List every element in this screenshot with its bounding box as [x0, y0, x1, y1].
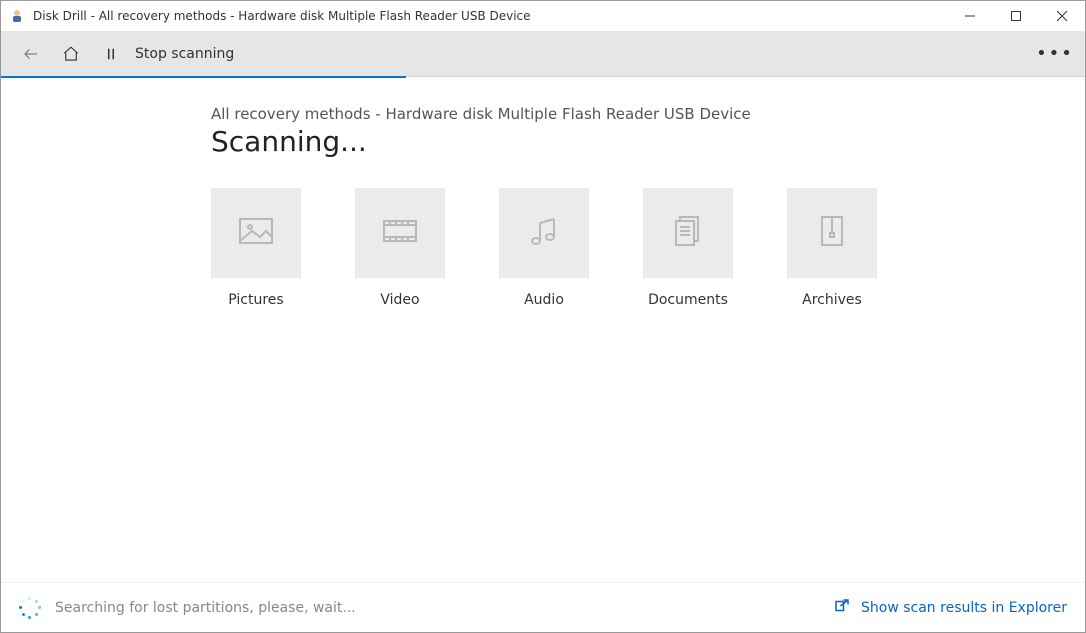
pause-button[interactable]: [91, 34, 131, 74]
loading-spinner-icon: [19, 597, 41, 619]
open-external-icon: [833, 597, 851, 619]
scan-subtitle: All recovery methods - Hardware disk Mul…: [211, 105, 1085, 123]
window-close-button[interactable]: [1039, 1, 1085, 31]
pictures-icon: [236, 211, 276, 255]
more-options-button[interactable]: •••: [1035, 34, 1075, 74]
scan-title: Scanning...: [211, 125, 1085, 158]
app-icon: [9, 8, 25, 24]
category-label: Archives: [802, 292, 862, 308]
scan-progress-bar: [1, 76, 406, 78]
category-archives[interactable]: Archives: [787, 188, 877, 308]
home-button[interactable]: [51, 34, 91, 74]
toolbar: Stop scanning •••: [1, 31, 1085, 77]
category-label: Audio: [524, 292, 564, 308]
status-message: Searching for lost partitions, please, w…: [55, 600, 833, 616]
status-bar: Searching for lost partitions, please, w…: [1, 582, 1085, 632]
show-in-explorer-label: Show scan results in Explorer: [861, 600, 1067, 616]
window-titlebar: Disk Drill - All recovery methods - Hard…: [1, 1, 1085, 31]
category-label: Documents: [648, 292, 728, 308]
audio-icon: [524, 211, 564, 255]
back-button[interactable]: [11, 34, 51, 74]
category-documents[interactable]: Documents: [643, 188, 733, 308]
category-audio[interactable]: Audio: [499, 188, 589, 308]
window-maximize-button[interactable]: [993, 1, 1039, 31]
main-content: All recovery methods - Hardware disk Mul…: [1, 77, 1085, 582]
documents-icon: [668, 211, 708, 255]
window-title: Disk Drill - All recovery methods - Hard…: [33, 9, 947, 23]
category-pictures[interactable]: Pictures: [211, 188, 301, 308]
category-video[interactable]: Video: [355, 188, 445, 308]
stop-scanning-label[interactable]: Stop scanning: [135, 46, 234, 62]
window-minimize-button[interactable]: [947, 1, 993, 31]
archives-icon: [812, 211, 852, 255]
category-row: Pictures Video: [211, 188, 1085, 308]
category-label: Pictures: [228, 292, 283, 308]
show-in-explorer-link[interactable]: Show scan results in Explorer: [833, 597, 1067, 619]
video-icon: [380, 211, 420, 255]
category-label: Video: [380, 292, 419, 308]
